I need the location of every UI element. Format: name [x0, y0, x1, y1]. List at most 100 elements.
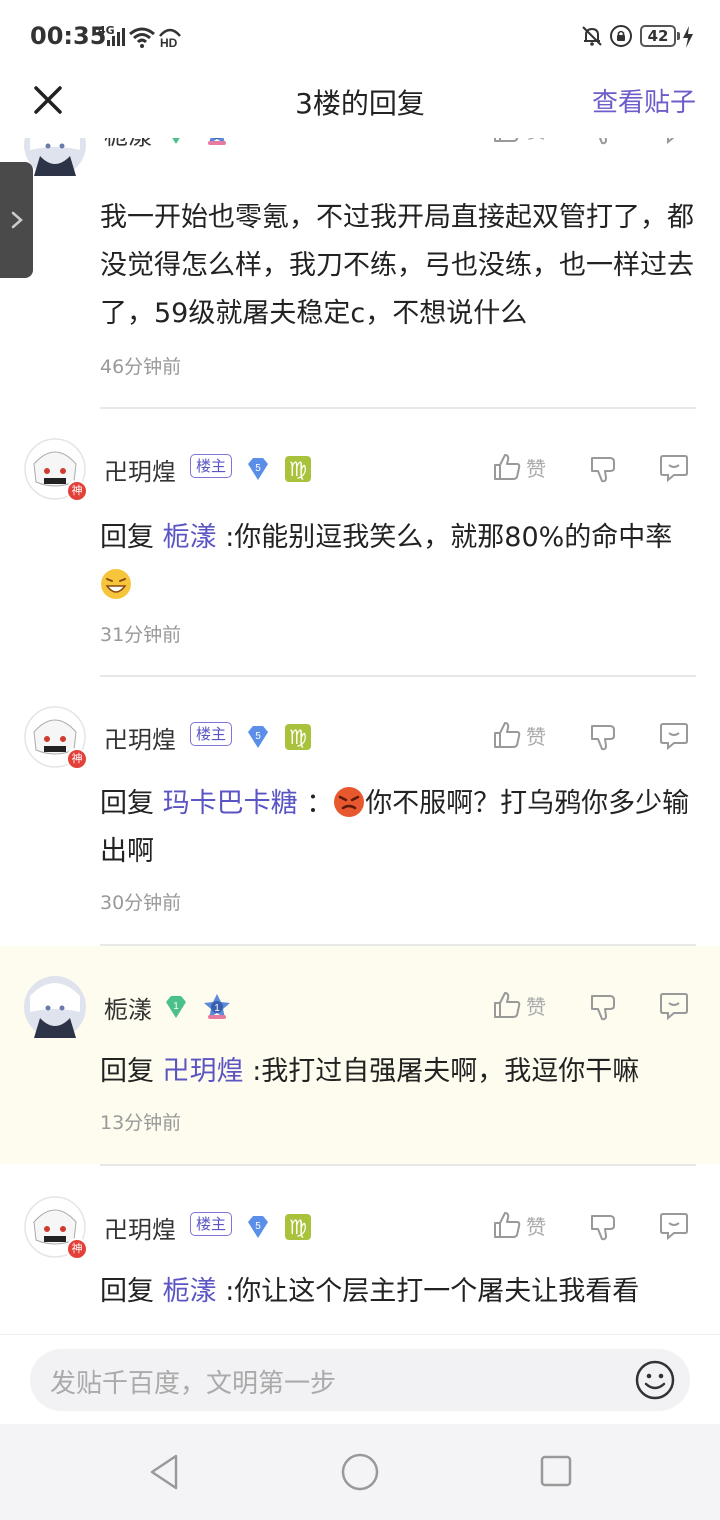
reply-to-user[interactable]: 卍玥煌	[163, 1056, 244, 1087]
top-bar: 3楼的回复 查看贴子	[0, 72, 720, 138]
member-crown-icon: 1	[208, 138, 226, 145]
reply-text: 回复 玛卡巴卡糖 ： 你不服啊？打乌鸦你多少输出啊	[100, 780, 700, 876]
battery-indicator: 42	[640, 25, 680, 47]
reply-item: 栀漾 1 1 赞 我一开始也零氪，不过我开局直接起双管打了，都没觉得怎么样，我刀…	[0, 138, 720, 408]
reply-to-user[interactable]: 玛卡巴卡糖	[163, 788, 298, 819]
reply-prefix: 回复	[100, 788, 154, 819]
username[interactable]: 栀漾	[104, 138, 152, 151]
thumbs-up-icon	[494, 722, 521, 748]
reply-item: 神 卍玥煌 楼主 5 ♍ 赞 回复 栀漾 :你让这个层主打一个屠夫让我看看	[0, 1166, 720, 1334]
avatar-badge: 神	[66, 480, 88, 502]
like-label: 赞	[526, 138, 546, 144]
status-time: 00:35	[30, 22, 107, 50]
reply-text: 回复 栀漾 :你能别逗我笑么，就那80%的命中率	[100, 514, 700, 610]
reply-time: 31分钟前	[100, 624, 182, 646]
signal-icon	[107, 28, 125, 46]
avatar[interactable]: 神	[24, 438, 88, 502]
comment-icon[interactable]	[658, 452, 690, 484]
like-button[interactable]: 赞	[492, 720, 546, 750]
reply-text: 回复 卍玥煌 :我打过自强屠夫啊，我逗你干嘛	[100, 1048, 700, 1096]
wifi-icon	[129, 27, 155, 48]
reply-prefix: 回复	[100, 1056, 154, 1087]
svg-text:5: 5	[255, 731, 261, 742]
view-post-link[interactable]: 查看贴子	[592, 82, 696, 119]
diamond-level-icon: 5	[248, 726, 268, 748]
avatar[interactable]	[24, 138, 86, 176]
thumbs-up-icon	[494, 1212, 521, 1238]
svg-text:1: 1	[214, 1003, 220, 1014]
thumbs-down-icon[interactable]	[588, 1212, 618, 1242]
reply-text: 我一开始也零氪，不过我开局直接起双管打了，都没觉得怎么样，我刀不练，弓也没练，也…	[100, 202, 694, 329]
username[interactable]: 卍玥煌	[104, 452, 176, 487]
back-triangle-icon[interactable]	[146, 1452, 182, 1492]
avatar[interactable]: 神	[24, 706, 88, 770]
status-bar: 00:35 4G HD 42	[0, 0, 720, 72]
reply-item: 神 卍玥煌 楼主 5 ♍ 赞 回复 玛卡巴卡糖 ： 你不服啊？打乌鸦你多少输出啊…	[0, 676, 720, 944]
smiley-icon[interactable]	[634, 1359, 676, 1401]
username[interactable]: 卍玥煌	[104, 720, 176, 755]
thumbs-down-icon[interactable]	[588, 138, 618, 146]
comment-icon[interactable]	[658, 1210, 690, 1242]
system-nav-bar	[0, 1424, 720, 1520]
diamond-level-icon: 1	[166, 996, 186, 1018]
recent-apps-icon[interactable]	[539, 1454, 573, 1488]
like-button[interactable]: 赞	[492, 138, 546, 144]
diamond-level-icon: 5	[248, 458, 268, 480]
svg-text:5: 5	[255, 1221, 261, 1232]
thumbs-up-icon	[494, 138, 519, 142]
angry-emoji-icon	[334, 787, 365, 817]
input-placeholder: 发贴千百度，文明第一步	[50, 1369, 337, 1399]
reply-time: 30分钟前	[100, 892, 182, 914]
rotation-lock-icon	[610, 25, 632, 47]
reply-time: 13分钟前	[100, 1112, 182, 1134]
reply-input[interactable]: 发贴千百度，文明第一步	[30, 1349, 690, 1411]
reply-to-user[interactable]: 栀漾	[163, 1276, 217, 1307]
comment-icon[interactable]	[658, 720, 690, 752]
reply-input-bar: 发贴千百度，文明第一步	[0, 1334, 720, 1424]
mute-bell-icon	[582, 26, 602, 46]
avatar-badge: 神	[66, 1238, 88, 1260]
username[interactable]: 卍玥煌	[104, 1210, 176, 1245]
thumbs-down-icon[interactable]	[588, 992, 618, 1022]
reply-time: 46分钟前	[100, 356, 182, 378]
username[interactable]: 栀漾	[104, 990, 152, 1025]
reply-item-highlighted: 栀漾 1 1 赞 回复 卍玥煌 :我打过自强屠夫啊，我逗你干嘛 13分钟前	[0, 946, 720, 1164]
reply-prefix: 回复	[100, 522, 154, 553]
reply-to-user[interactable]: 栀漾	[163, 522, 217, 553]
virgo-icon: ♍	[285, 724, 311, 750]
side-drawer-handle[interactable]	[0, 162, 33, 278]
comment-icon[interactable]	[658, 990, 690, 1022]
thumbs-up-icon	[494, 992, 521, 1018]
virgo-icon: ♍	[285, 456, 311, 482]
virgo-icon: ♍	[285, 1214, 311, 1240]
reply-content: :你能别逗我笑么，就那80%的命中率	[225, 522, 673, 553]
like-label: 赞	[526, 724, 546, 749]
reply-prefix: 回复	[100, 1276, 154, 1307]
svg-text:5: 5	[255, 463, 261, 474]
thumbs-down-icon[interactable]	[588, 454, 618, 484]
home-circle-icon[interactable]	[340, 1452, 380, 1492]
like-button[interactable]: 赞	[492, 1210, 546, 1240]
diamond-level-icon: 1	[172, 138, 180, 144]
like-label: 赞	[526, 456, 546, 481]
like-button[interactable]: 赞	[492, 990, 546, 1020]
reply-list[interactable]: 栀漾 1 1 赞 我一开始也零氪，不过我开局直接起双管打了，都没觉得怎么样，我刀…	[0, 138, 720, 1334]
reply-content: :我打过自强屠夫啊，我逗你干嘛	[252, 1056, 640, 1087]
member-crown-icon: 1	[204, 994, 230, 1019]
thumbs-down-icon[interactable]	[588, 722, 618, 752]
reply-text: 回复 栀漾 :你让这个层主打一个屠夫让我看看	[100, 1268, 700, 1316]
laughing-emoji-icon	[101, 569, 131, 599]
reply-item: 神 卍玥煌 楼主 5 ♍ 赞 回复 栀漾 :你能别逗我笑么，就那80%的命中率	[0, 408, 720, 676]
svg-text:HD: HD	[160, 36, 178, 48]
thumbs-up-icon	[494, 454, 521, 480]
reply-separator: ：	[306, 788, 334, 819]
avatar[interactable]	[24, 976, 86, 1038]
avatar-badge: 神	[66, 748, 88, 770]
op-tag: 楼主	[190, 454, 233, 478]
op-tag: 楼主	[190, 1212, 233, 1236]
charging-icon	[683, 26, 693, 48]
comment-icon[interactable]	[658, 138, 690, 146]
avatar[interactable]: 神	[24, 1196, 88, 1260]
op-tag: 楼主	[190, 722, 233, 746]
like-button[interactable]: 赞	[492, 452, 546, 482]
